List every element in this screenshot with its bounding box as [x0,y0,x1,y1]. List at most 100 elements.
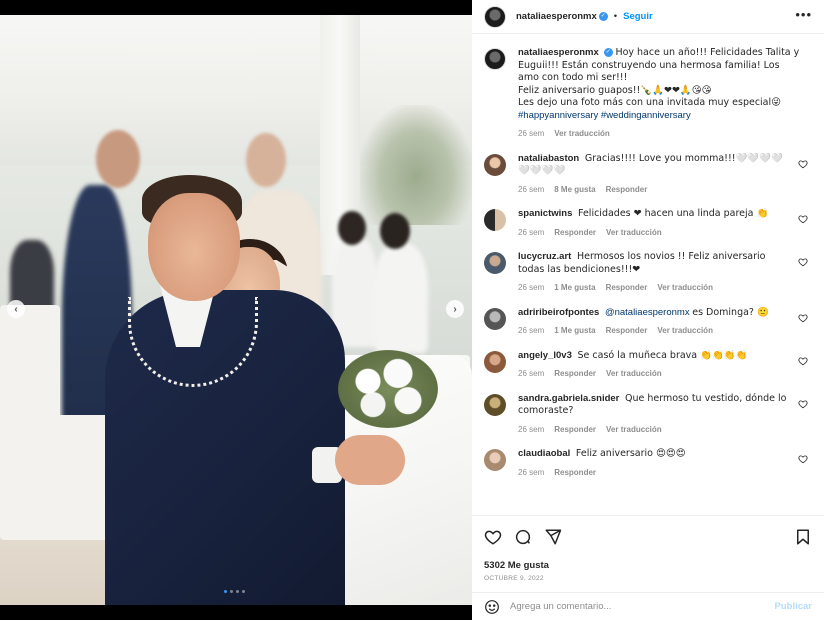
comment-like-heart-icon[interactable] [798,313,808,323]
guest-head [338,211,366,245]
comment-item: adriribeirofpontes @nataliaesperonmx es … [484,307,812,338]
comment-username[interactable]: adriribeirofpontes [518,307,599,318]
hands [335,435,405,485]
guest-head [246,133,286,187]
groom-face [148,193,240,301]
comment-timestamp[interactable]: 26 sem [518,184,544,197]
avatar[interactable] [484,252,506,274]
avatar[interactable] [484,5,506,28]
reply-button[interactable]: Responder [554,424,596,437]
likes-count[interactable]: 5302 Me gusta [484,560,812,571]
carousel-dot [236,590,239,593]
reply-button[interactable]: Responder [554,467,596,480]
comment-timestamp[interactable]: 26 sem [518,368,544,381]
translate-button[interactable]: Ver traducción [554,128,610,141]
comment-mention[interactable]: @nataliaesperonmx [605,307,690,318]
comment-likes-count[interactable]: 8 Me gusta [554,184,595,197]
share-send-icon[interactable] [544,528,562,546]
reply-button[interactable]: Responder [606,282,648,295]
translate-button[interactable]: Ver traducción [606,227,662,240]
comment-input[interactable] [510,601,775,612]
comment-composer: Publicar [472,592,824,620]
comment-likes-count[interactable]: 1 Me gusta [554,282,595,295]
follow-button[interactable]: Seguir [623,11,653,22]
comment-username[interactable]: sandra.gabriela.snider [518,393,619,404]
avatar[interactable] [484,350,506,373]
chevron-right-icon: › [453,303,457,315]
comment-timestamp[interactable]: 26 sem [518,325,544,338]
save-bookmark-icon[interactable] [794,528,812,546]
reply-button[interactable]: Responder [554,227,596,240]
translate-button[interactable]: Ver traducción [606,424,662,437]
translate-button[interactable]: Ver traducción [657,282,713,295]
post-header: nataliaesperonmx ✓ • Seguir ••• [472,0,824,34]
chair [0,305,60,425]
comment-username[interactable]: claudiaobal [518,448,570,459]
comment-item: lucycruz.art Hermosos los novios !! Feli… [484,251,812,295]
comment-text: Feliz aniversario 😍😍😍 [575,448,686,459]
comment-like-heart-icon[interactable] [798,257,808,267]
post-actions: 5302 Me gusta OCTUBRE 9, 2022 [472,515,824,582]
caption-text-line: Feliz aniversario guapos!!🍾🙏❤❤🙏😘😘 [518,84,712,96]
carousel-indicator [224,590,245,593]
caption-username[interactable]: nataliaesperonmx [518,47,599,58]
reply-button[interactable]: Responder [606,325,648,338]
comment-list: nataliabaston Gracias!!!! Love you momma… [484,153,812,480]
comment-timestamp[interactable]: 26 sem [518,227,544,240]
comment-item: claudiaobal Feliz aniversario 😍😍😍 26 sem R… [484,448,812,479]
comments-section[interactable]: nataliaesperonmx ✓ Hoy hace un año!!! Fel… [472,35,824,515]
avatar[interactable] [484,153,506,176]
carousel-dot [230,590,233,593]
carousel-dot [224,590,227,593]
caption-hashtags[interactable]: #happyanniversary #weddinganniversary [518,110,691,121]
reply-button[interactable]: Responder [554,368,596,381]
translate-button[interactable]: Ver traducción [657,325,713,338]
comment-username[interactable]: spanictwins [518,208,572,219]
wedding-photo[interactable] [0,15,472,605]
avatar[interactable] [484,48,506,70]
more-options-icon[interactable]: ••• [795,8,812,21]
guest-head [96,130,140,188]
comment-like-heart-icon[interactable] [798,356,808,366]
guest-figure [374,243,428,353]
caption-text-line: Les dejo una foto más con una invitada m… [518,97,782,108]
comment-like-heart-icon[interactable] [798,399,808,409]
avatar[interactable] [484,393,506,416]
comment-like-heart-icon[interactable] [798,214,808,224]
comment-like-heart-icon[interactable] [798,159,808,169]
reply-button[interactable]: Responder [606,184,648,197]
like-heart-icon[interactable] [484,528,502,546]
comment-timestamp[interactable]: 26 sem [518,424,544,437]
publish-button[interactable]: Publicar [775,601,813,612]
verified-badge-icon: ✓ [603,47,613,57]
comment-username[interactable]: angely_l0v3 [518,350,572,361]
translate-button[interactable]: Ver traducción [606,368,662,381]
post-side-panel: nataliaesperonmx ✓ • Seguir ••• nataliae… [472,0,824,620]
avatar[interactable] [484,449,506,471]
comment-timestamp[interactable]: 26 sem [518,282,544,295]
verified-badge-icon: ✓ [598,12,608,21]
carousel-prev-button[interactable]: ‹ [7,300,25,318]
comment-likes-count[interactable]: 1 Me gusta [554,325,595,338]
emoji-smiley-icon[interactable] [484,599,500,615]
comment-timestamp[interactable]: 26 sem [518,467,544,480]
comment-item: nataliabaston Gracias!!!! Love you momma… [484,153,812,197]
comment-text: Se casó la muñeca brava 👏👏👏👏 [577,349,748,361]
comment-username[interactable]: lucycruz.art [518,251,571,262]
bridal-bouquet [338,350,438,428]
author-username[interactable]: nataliaesperonmx [516,11,597,22]
avatar[interactable] [484,307,506,330]
comment-like-heart-icon[interactable] [798,454,808,464]
avatar[interactable] [484,209,506,231]
carousel-next-button[interactable]: › [446,300,464,318]
post-media-panel: ‹ › [0,0,472,620]
comment-icon[interactable] [514,528,532,546]
caption-timestamp[interactable]: 26 sem [518,128,544,141]
greenery-background [360,105,472,225]
comment-text: Felicidades ❤ hacen una linda pareja 👏 [578,208,769,219]
post-date[interactable]: OCTUBRE 9, 2022 [484,575,812,582]
comment-item: angely_l0v3 Se casó la muñeca brava 👏👏👏👏… [484,350,812,381]
comment-username[interactable]: nataliabaston [518,153,579,164]
comment-text: es Dominga? 🙂 [692,306,769,318]
post-caption: nataliaesperonmx ✓ Hoy hace un año!!! Fel… [484,47,812,141]
